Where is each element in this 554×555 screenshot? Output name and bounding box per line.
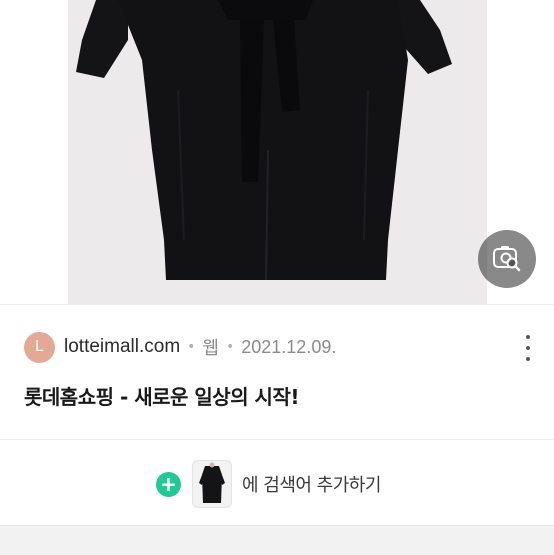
coat-image [76, 0, 452, 281]
separator-dot: • [225, 339, 235, 355]
more-options-button[interactable] [518, 335, 538, 361]
plus-icon: + [156, 471, 181, 497]
add-search-term-button[interactable]: + 에 검색어 추가하기 [156, 459, 381, 509]
site-favicon: L [24, 331, 55, 363]
result-title[interactable]: 롯데홈쇼핑 - 새로운 일상의 시작! [24, 381, 299, 410]
product-image[interactable] [68, 0, 487, 304]
result-image-area[interactable] [0, 0, 554, 304]
section-separator [0, 525, 554, 555]
product-thumbnail [192, 460, 232, 508]
image-search-icon [493, 246, 521, 272]
source-row[interactable]: L lotteimall.com • 웹 • 2021.12.09. [24, 330, 336, 364]
site-domain[interactable]: lotteimall.com [64, 336, 180, 358]
image-search-button[interactable] [478, 230, 536, 288]
divider [0, 304, 554, 305]
add-search-term-label: 에 검색어 추가하기 [242, 475, 381, 496]
result-date: 2021.12.09. [241, 336, 337, 357]
separator-dot: • [187, 339, 196, 355]
more-vertical-icon [526, 335, 530, 339]
result-type: 웹 [202, 338, 219, 358]
divider [0, 439, 554, 440]
